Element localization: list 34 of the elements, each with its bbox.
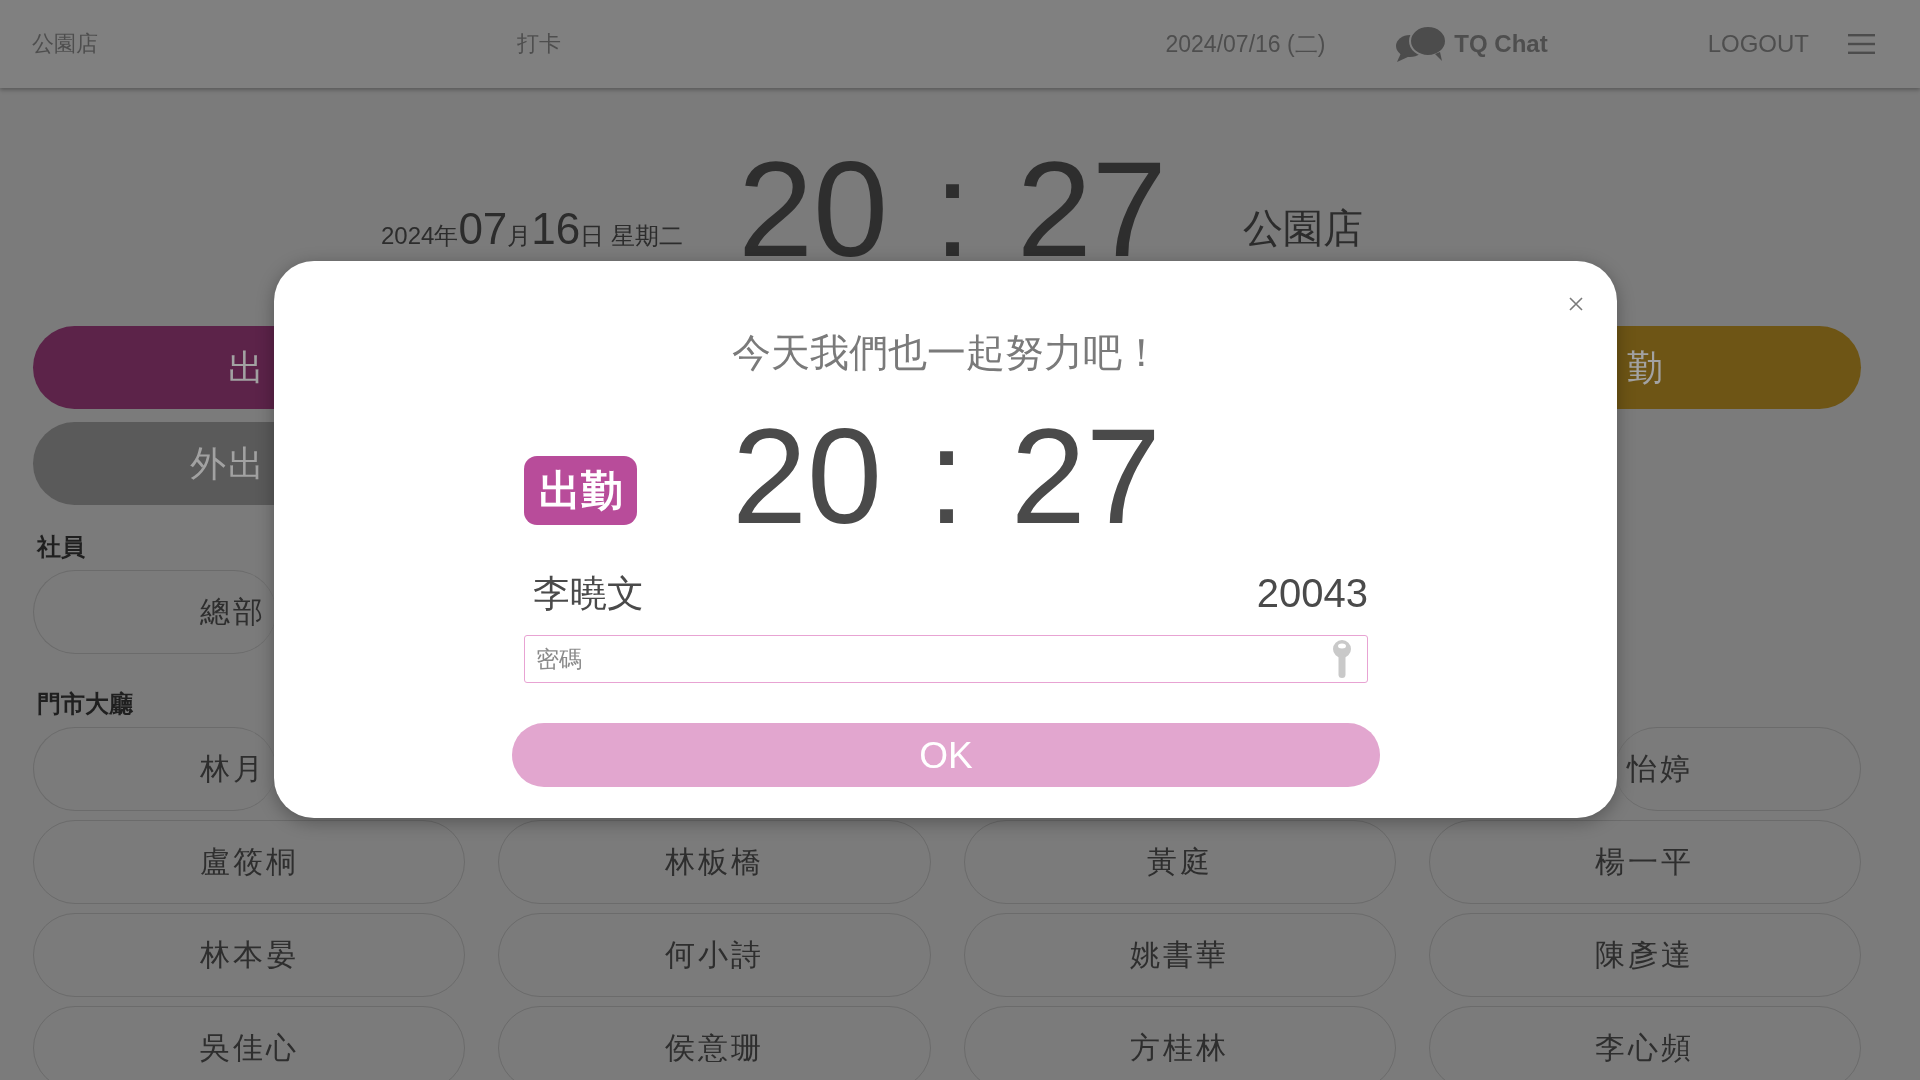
employee-button[interactable]: 姚書華 — [963, 913, 1396, 997]
ok-button[interactable]: OK — [512, 723, 1380, 788]
punch-button[interactable]: 勤 — [1615, 326, 1861, 409]
punch-button[interactable]: 出 — [33, 326, 276, 409]
employee-button[interactable]: 盧筱桐 — [33, 820, 466, 904]
close-icon[interactable] — [1569, 297, 1583, 311]
chat-icon[interactable] — [1395, 25, 1448, 63]
employee-button[interactable]: 陳彥達 — [1428, 913, 1861, 997]
date-text: 2024年07月 16日 星期二 — [381, 207, 683, 251]
employee-name: 李曉文 — [532, 574, 644, 612]
section-title: 社員 — [37, 535, 85, 559]
punch-badge: 出勤 — [524, 456, 637, 526]
employee-button[interactable]: 總部 — [33, 570, 276, 654]
employee-button[interactable]: 怡婷 — [1615, 727, 1861, 811]
employee-button[interactable]: 林月 — [33, 727, 276, 811]
employee-button[interactable]: 方桂林 — [963, 1006, 1396, 1080]
dialog-message: 今天我們也一起努力吧！ — [731, 333, 1161, 372]
store-name: 公園店 — [1242, 208, 1363, 248]
employee-button[interactable]: 李心頻 — [1428, 1006, 1861, 1080]
employee-id: 20043 — [1256, 573, 1368, 614]
employee-button[interactable]: 何小詩 — [498, 913, 931, 997]
employee-button[interactable]: 林板橋 — [498, 820, 931, 904]
employee-button[interactable]: 黃庭 — [963, 820, 1396, 904]
employee-button[interactable]: 林本晏 — [33, 913, 466, 997]
clock-time: 20 : 27 — [737, 158, 1167, 260]
section-title: 門市大廳 — [37, 692, 133, 716]
key-icon — [1333, 640, 1351, 679]
employee-button[interactable]: 吳佳心 — [33, 1006, 466, 1080]
password-field[interactable]: 密碼 — [524, 635, 1368, 684]
employee-button[interactable]: 楊一平 — [1428, 820, 1861, 904]
dialog-time: 20 : 27 — [732, 426, 1161, 528]
employee-button[interactable]: 侯意珊 — [498, 1006, 931, 1080]
menu-icon[interactable] — [1848, 34, 1875, 54]
punch-button[interactable]: 外出 — [33, 422, 276, 505]
